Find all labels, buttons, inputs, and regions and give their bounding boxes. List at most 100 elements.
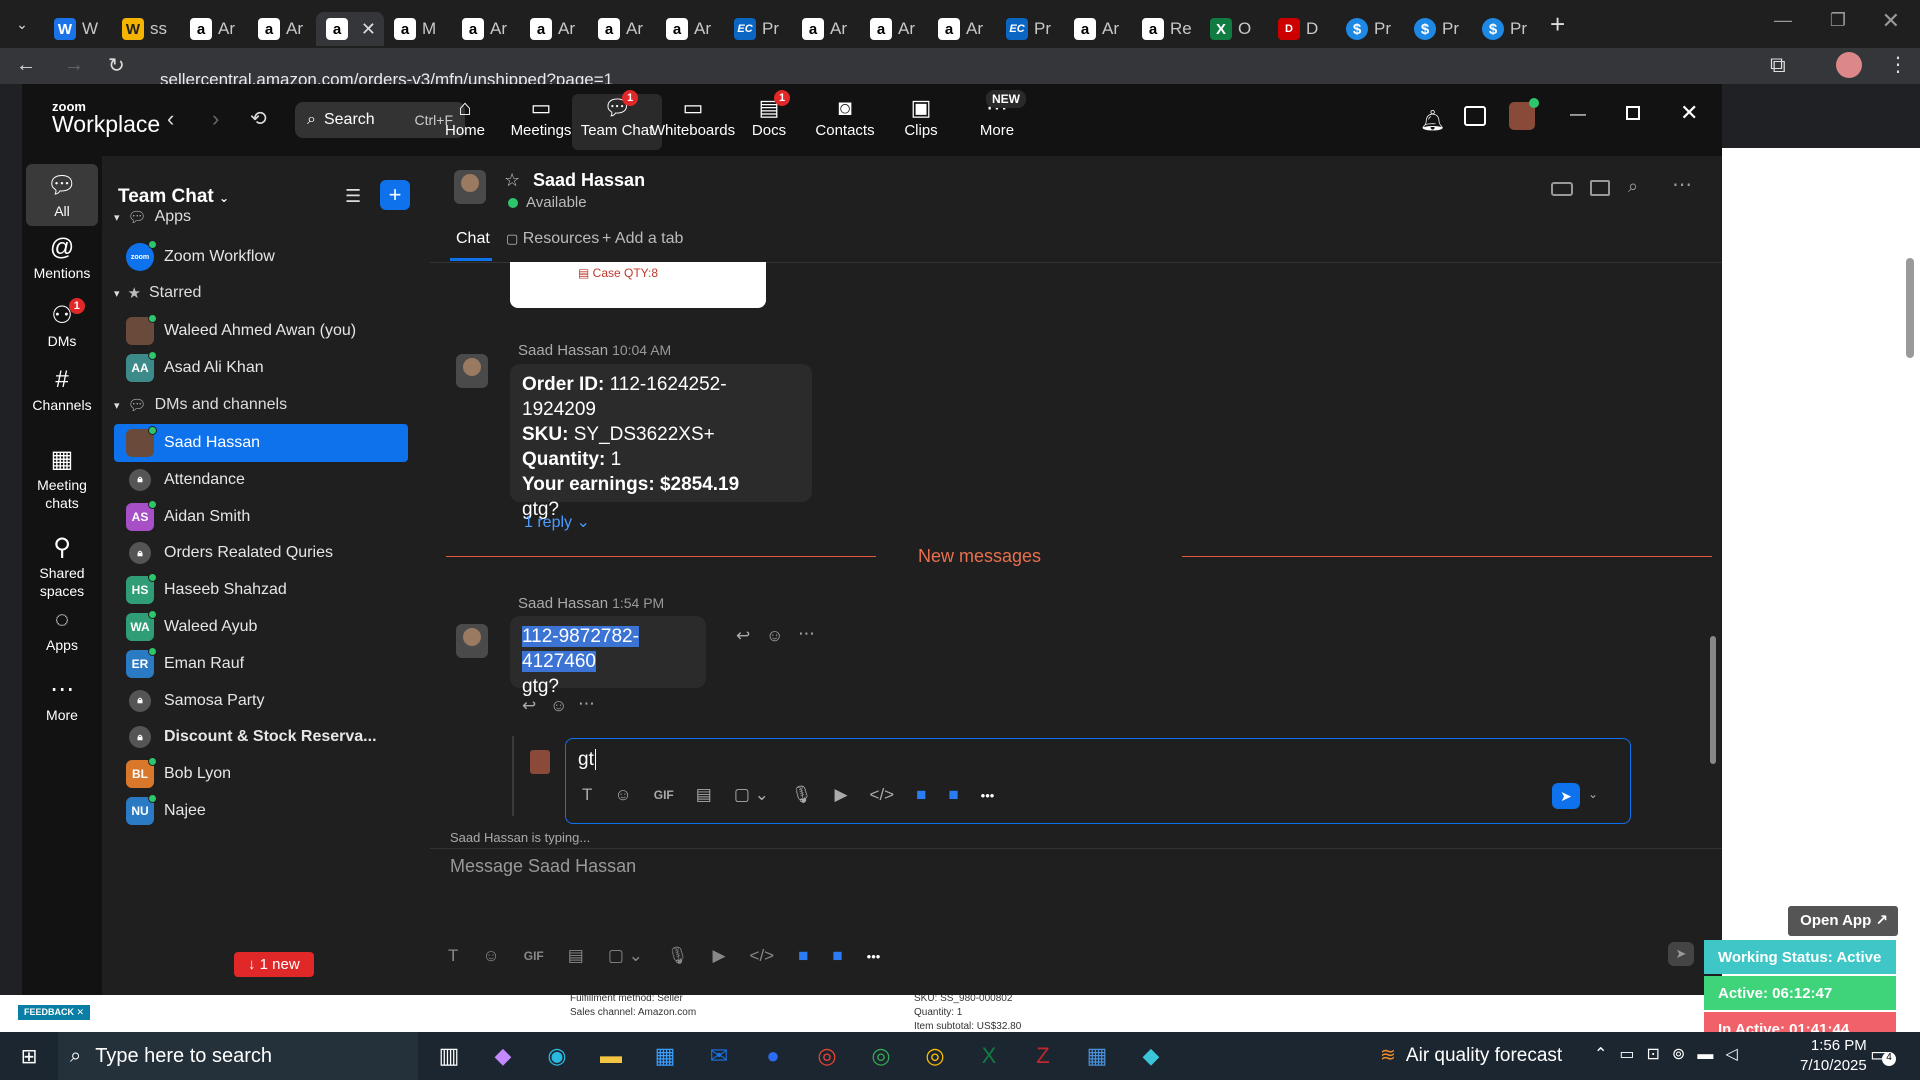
browser-tab[interactable]: a ✕ bbox=[316, 12, 384, 46]
forward-arrow-icon[interactable]: › bbox=[212, 106, 219, 132]
open-app-button[interactable]: Open App ↗ bbox=[1788, 906, 1898, 936]
chrome-icon[interactable]: ◎ bbox=[908, 1032, 962, 1080]
side-title[interactable]: Team Chat ⌄ bbox=[118, 186, 229, 208]
bell-icon[interactable]: 🔔︎ bbox=[1420, 108, 1445, 133]
clock[interactable]: 1:56 PM 7/10/2025 bbox=[1800, 1036, 1867, 1076]
rail-meeting-chats[interactable]: ▦ Meeting chats bbox=[26, 444, 98, 512]
file-icon[interactable]: ▤ bbox=[696, 785, 712, 805]
code-icon[interactable]: </> bbox=[870, 785, 895, 805]
forward-icon[interactable]: → bbox=[64, 54, 84, 77]
rail-shared-spaces[interactable]: ⚲ Shared spaces bbox=[26, 532, 98, 600]
more-icon[interactable]: ⋯ bbox=[578, 694, 595, 714]
browser-tab[interactable]: WW bbox=[44, 12, 112, 46]
code-icon[interactable]: </> bbox=[750, 946, 775, 966]
browser-tab[interactable]: aM bbox=[384, 12, 452, 46]
app-icon-1[interactable]: ■ bbox=[916, 785, 926, 805]
browser-tab[interactable]: XO bbox=[1200, 12, 1268, 46]
browser-tab[interactable]: DD bbox=[1268, 12, 1336, 46]
more-icon[interactable]: ⋯ bbox=[798, 624, 815, 644]
edge-icon[interactable]: ◉ bbox=[530, 1032, 584, 1080]
chat-list-item[interactable]: NU Najee bbox=[114, 792, 408, 830]
extensions-icon[interactable]: ⧉ bbox=[1770, 52, 1786, 78]
user-avatar[interactable] bbox=[1509, 98, 1539, 130]
chat-list-item[interactable]: 🔒︎ Discount & Stock Reserva... bbox=[114, 718, 408, 756]
rail-more[interactable]: ⋯ More bbox=[26, 674, 98, 724]
msg-avatar[interactable] bbox=[456, 354, 488, 388]
excel-icon[interactable]: X bbox=[962, 1032, 1016, 1080]
chat-list-item[interactable]: Saad Hassan bbox=[114, 424, 408, 462]
tab-resources[interactable]: ▢ Resources bbox=[506, 230, 599, 248]
gif-icon[interactable]: GIF bbox=[654, 788, 674, 802]
browser-tab[interactable]: Wss bbox=[112, 12, 180, 46]
contact-avatar[interactable] bbox=[454, 170, 486, 204]
new-tab-button[interactable]: + bbox=[1550, 9, 1565, 40]
scrollbar[interactable] bbox=[1906, 258, 1914, 358]
zoom-taskbar-icon[interactable]: ● bbox=[746, 1032, 800, 1080]
rail-channels[interactable]: # Channels bbox=[26, 364, 98, 414]
chat-list-item[interactable]: BL Bob Lyon bbox=[114, 755, 408, 793]
star-icon[interactable]: ☆ bbox=[504, 170, 520, 191]
format-text-icon[interactable]: T bbox=[582, 785, 592, 805]
video-msg-icon[interactable]: ▶ bbox=[834, 785, 847, 805]
reply-icon[interactable]: ↩ bbox=[736, 626, 750, 646]
browser-tab[interactable]: a Ar bbox=[180, 12, 248, 46]
copilot-icon[interactable]: ◆ bbox=[476, 1032, 530, 1080]
video-msg-icon[interactable]: ▶ bbox=[712, 946, 725, 966]
app-icon-2[interactable]: ■ bbox=[832, 946, 842, 966]
chat-list-item[interactable]: 🔒︎ Attendance bbox=[114, 461, 408, 499]
outlook-icon[interactable]: ✉ bbox=[692, 1032, 746, 1080]
mic-icon[interactable]: 🎙︎ bbox=[667, 946, 689, 966]
browser-tab[interactable]: a Ar bbox=[656, 12, 724, 46]
video-call-icon[interactable] bbox=[1551, 182, 1573, 196]
browser-tab[interactable]: a Ar bbox=[928, 12, 996, 46]
history-icon[interactable]: ⟲ bbox=[250, 106, 267, 131]
close-window-button[interactable]: ✕ bbox=[1680, 100, 1698, 126]
reply-count-link[interactable]: 1 reply ⌄ bbox=[524, 512, 590, 532]
gif-icon[interactable]: GIF bbox=[524, 949, 544, 963]
section-dms[interactable]: ▾ 💬︎ DMs and channels bbox=[114, 396, 287, 414]
chat-list-item[interactable]: AA Asad Ali Khan bbox=[114, 349, 408, 387]
browser-tab[interactable]: a Ar bbox=[520, 12, 588, 46]
maximize-window-button[interactable] bbox=[1626, 106, 1640, 120]
close-browser-button[interactable]: ✕ bbox=[1882, 8, 1900, 34]
tray-icons[interactable]: ⌃▭⊡⊚▬◁ bbox=[1594, 1044, 1750, 1064]
emoji-react-icon[interactable]: ☺ bbox=[766, 626, 783, 646]
browser-tab[interactable]: a Ar bbox=[1064, 12, 1132, 46]
screenshot-icon[interactable]: ▢ ⌄ bbox=[734, 785, 769, 805]
app-icon[interactable]: ◆ bbox=[1124, 1032, 1178, 1080]
taskbar-search[interactable]: ⌕ Type here to search bbox=[58, 1032, 418, 1080]
tab-search-button[interactable]: ⌄ bbox=[0, 0, 44, 48]
browser-tab[interactable]: a Ar bbox=[248, 12, 316, 46]
browser-menu-icon[interactable]: ⋮ bbox=[1888, 52, 1908, 77]
emoji-icon[interactable]: ☺ bbox=[614, 785, 631, 805]
profile-avatar[interactable] bbox=[1836, 52, 1862, 78]
browser-tab[interactable]: a Ar bbox=[792, 12, 860, 46]
chat-list-item[interactable]: WA Waleed Ayub bbox=[114, 608, 408, 646]
send-button[interactable]: ➤ bbox=[1552, 783, 1580, 809]
format-text-icon[interactable]: T bbox=[448, 946, 458, 966]
chrome-icon[interactable]: ◎ bbox=[800, 1032, 854, 1080]
app-icon-1[interactable]: ■ bbox=[798, 946, 808, 966]
chat-list-item[interactable]: 🔒︎ Samosa Party bbox=[114, 682, 408, 720]
back-arrow-icon[interactable]: ‹ bbox=[167, 106, 174, 132]
chat-list-item[interactable]: ER Eman Rauf bbox=[114, 645, 408, 683]
section-starred[interactable]: ▾ ★ Starred bbox=[114, 284, 201, 302]
browser-tab[interactable]: a Ar bbox=[452, 12, 520, 46]
browser-tab[interactable]: a Ar bbox=[588, 12, 656, 46]
feedback-tag[interactable]: FEEDBACK ✕ bbox=[18, 1005, 91, 1020]
filter-icon[interactable]: ☰ bbox=[345, 186, 361, 207]
calculator-icon[interactable]: ▦ bbox=[1070, 1032, 1124, 1080]
tab-add[interactable]: + Add a tab bbox=[602, 230, 683, 248]
emoji-icon[interactable]: ☺ bbox=[482, 946, 499, 966]
browser-tab[interactable]: a Ar bbox=[860, 12, 928, 46]
back-icon[interactable]: ← bbox=[16, 54, 36, 77]
msg-avatar[interactable] bbox=[456, 624, 488, 658]
browser-tab[interactable]: $ Pr bbox=[1336, 12, 1404, 46]
chat-list-item[interactable]: Waleed Ahmed Awan (you) bbox=[114, 312, 408, 350]
search-chat-icon[interactable]: ⌕ bbox=[1628, 176, 1638, 197]
new-messages-pill[interactable]: ↓ 1 new bbox=[234, 952, 314, 977]
send-button-disabled[interactable]: ➤ bbox=[1668, 942, 1694, 966]
tab-chat[interactable]: Chat bbox=[456, 230, 490, 248]
reply-composer[interactable]: gt T ☺ GIF ▤ ▢ ⌄ 🎙︎ ▶ </> ■ ■ ••• ➤ ⌄ bbox=[565, 738, 1631, 824]
reply-input[interactable]: gt bbox=[578, 749, 596, 771]
